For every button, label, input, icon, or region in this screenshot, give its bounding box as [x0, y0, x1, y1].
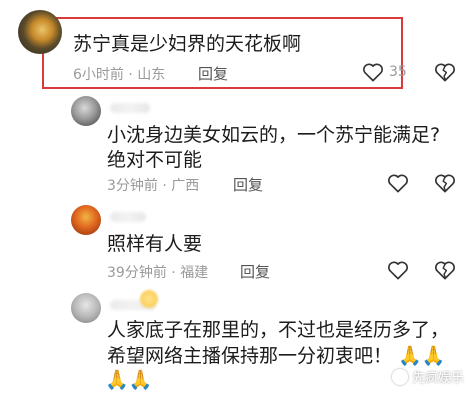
- like-count: 35: [389, 64, 407, 80]
- avatar[interactable]: [71, 293, 101, 323]
- meta-separator: ·: [171, 265, 176, 281]
- comment-location: 广西: [171, 178, 200, 194]
- comment-time: 6小时前: [73, 67, 124, 83]
- avatar[interactable]: [18, 10, 62, 54]
- comment-text-line2: 绝对不可能: [107, 149, 203, 171]
- pray-emoji: 🙏🙏: [398, 345, 446, 367]
- comment-text: 苏宁真是少妇界的天花板啊: [73, 33, 302, 55]
- comment-meta: 39分钟前 · 福建: [107, 262, 208, 282]
- meta-separator: ·: [162, 178, 167, 194]
- comment-meta: 6小时前 · 山东: [73, 64, 165, 84]
- watermark-logo-icon: [391, 368, 408, 385]
- broken-heart-icon[interactable]: [434, 62, 456, 86]
- comment-location: 山东: [137, 67, 166, 83]
- reply-button[interactable]: 回复: [240, 261, 270, 282]
- heart-outline-icon[interactable]: [362, 62, 384, 86]
- broken-heart-icon[interactable]: [434, 173, 456, 197]
- meta-separator: ·: [128, 67, 133, 83]
- avatar[interactable]: [71, 96, 101, 126]
- watermark: 先疯娱乐: [391, 367, 464, 386]
- comment-text-line1: 人家底子在那里的，不过也是经历多了，: [107, 319, 450, 341]
- reply-button[interactable]: 回复: [233, 174, 263, 195]
- comment-meta: 3分钟前 · 广西: [107, 175, 199, 195]
- reply-button[interactable]: 回复: [198, 63, 228, 84]
- comment-location: 福建: [180, 265, 209, 281]
- avatar[interactable]: [71, 205, 101, 235]
- comment-time: 3分钟前: [107, 178, 158, 194]
- watermark-text: 先疯娱乐: [411, 371, 464, 386]
- heart-outline-icon[interactable]: [387, 260, 409, 284]
- broken-heart-icon[interactable]: [434, 260, 456, 284]
- comment-text-line2-text: 希望网络主播保持那一分初衷吧！: [107, 345, 393, 367]
- sticker-icon: [140, 290, 158, 308]
- comment-time: 39分钟前: [107, 265, 167, 281]
- username-blurred: [110, 103, 150, 113]
- comment-text: 照样有人要: [107, 233, 203, 255]
- comment-text-line3: 🙏🙏: [105, 369, 153, 391]
- username-blurred: [110, 212, 146, 222]
- heart-outline-icon[interactable]: [387, 173, 409, 197]
